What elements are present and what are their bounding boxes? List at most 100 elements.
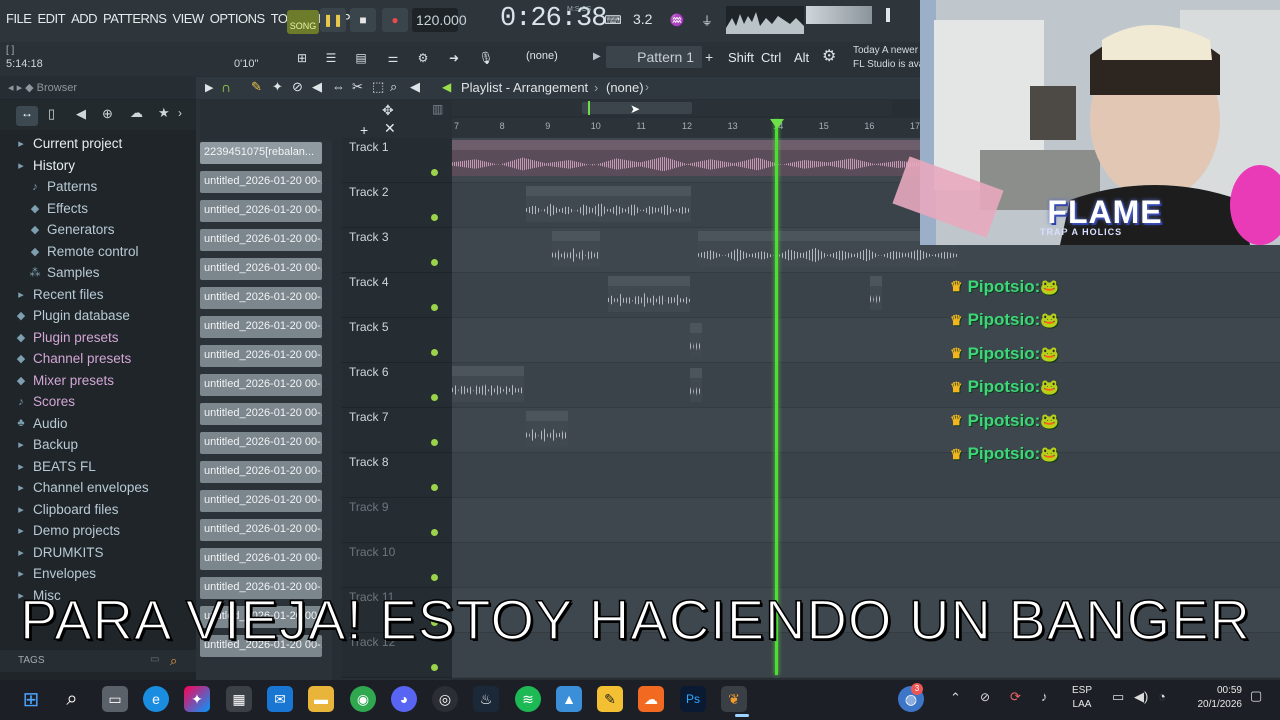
folder-icon[interactable]: ▭	[150, 654, 159, 665]
discord-icon[interactable]: ◕	[391, 686, 417, 712]
menu-view[interactable]: VIEW	[172, 11, 204, 26]
search-icon[interactable]: ⌕	[59, 686, 85, 712]
browser-item[interactable]: ▸ Recent files	[0, 284, 196, 306]
slip-icon[interactable]: ⇔	[332, 79, 345, 94]
track-enable-led[interactable]	[431, 574, 438, 581]
typing-keyboard-icon[interactable]: ⌨	[600, 8, 626, 32]
arrow-right-icon[interactable]: ➜	[441, 46, 467, 70]
fl-studio-icon[interactable]: ❦	[721, 686, 747, 712]
pattern-selector[interactable]: Pattern 1	[606, 46, 702, 68]
delete-icon[interactable]: ⊘	[292, 79, 303, 95]
track-enable-led[interactable]	[431, 259, 438, 266]
menu-options[interactable]: OPTIONS	[210, 11, 266, 26]
audio-clip[interactable]	[690, 368, 702, 402]
browser-item[interactable]: ◆ Generators	[0, 219, 196, 241]
arrows-icon[interactable]: ◂ ▸ ◆	[8, 82, 37, 94]
track-enable-led[interactable]	[431, 214, 438, 221]
menu-add[interactable]: ADD	[71, 11, 97, 26]
clip-source-item[interactable]: untitled_2026-01-20 00-...	[200, 432, 322, 454]
clip-source-item[interactable]: untitled_2026-01-20 00-...	[200, 548, 322, 570]
browser-item[interactable]: ▸ Clipboard files	[0, 499, 196, 521]
playhead-marker[interactable]	[770, 119, 784, 129]
close-icon[interactable]: ✕	[384, 120, 396, 137]
clip-source-item[interactable]: untitled_2026-01-20 00-...	[200, 461, 322, 483]
playback-icon[interactable]: ◀	[410, 79, 420, 95]
photoshop-icon[interactable]: Ps	[680, 686, 706, 712]
language-indicator[interactable]: ESP LAA	[1072, 684, 1092, 712]
microphone-icon[interactable]: ♪	[1041, 689, 1048, 704]
slice-icon[interactable]: ✂	[352, 79, 363, 95]
mute-icon[interactable]: ◀	[312, 79, 322, 95]
playlist-pattern-selector[interactable]: (none)	[606, 80, 644, 95]
browser-item[interactable]: ♣ Audio	[0, 413, 196, 435]
grid-icon[interactable]: ▥	[432, 102, 443, 116]
browser-item[interactable]: ◆ Plugin database	[0, 305, 196, 327]
audio-clip[interactable]: unti...t 2	[552, 231, 600, 267]
track-enable-led[interactable]	[431, 664, 438, 671]
file-explorer-icon[interactable]: ▬	[308, 686, 334, 712]
image-viewer-icon[interactable]: ▲	[556, 686, 582, 712]
track-header[interactable]: Track 7	[342, 408, 452, 453]
edge-icon[interactable]: e	[143, 686, 169, 712]
track-header[interactable]: Track 10	[342, 543, 452, 588]
tempo-display[interactable]: 120.000	[412, 8, 467, 32]
clip-source-item[interactable]: untitled_2026-01-20 00-...	[200, 316, 322, 338]
pat-song-toggle[interactable]: SONG	[287, 10, 319, 34]
track-enable-led[interactable]	[431, 484, 438, 491]
clip-source-item[interactable]: untitled_2026-01-20 00-...	[200, 229, 322, 251]
track-enable-led[interactable]	[431, 529, 438, 536]
browser-item[interactable]: ◆ Plugin presets	[0, 327, 196, 349]
track-enable-led[interactable]	[431, 304, 438, 311]
chevron-up-icon[interactable]: ⌃	[950, 690, 961, 706]
menu-file[interactable]: FILE	[6, 11, 32, 26]
news-icon[interactable]: ⚙	[822, 46, 836, 66]
audio-clip[interactable]: untitled...nsert 2	[608, 276, 690, 312]
track-enable-led[interactable]	[431, 169, 438, 176]
mixer-icon[interactable]: ⚌	[380, 46, 406, 70]
sticky-notes-icon[interactable]: ✎	[597, 686, 623, 712]
globe-icon[interactable]: ⊕	[102, 106, 113, 122]
track-lane[interactable]	[452, 273, 1280, 318]
chrome-icon[interactable]: ◉	[350, 686, 376, 712]
channel-rack-icon[interactable]: ☰	[318, 46, 344, 70]
store-icon[interactable]: ▦	[226, 686, 252, 712]
news-panel[interactable]: Today A newer FL Studio is ava	[853, 44, 923, 72]
playlist-menu-icon[interactable]: ▶	[205, 81, 213, 94]
track-lane[interactable]	[452, 543, 1280, 588]
file-icon[interactable]: ▯	[48, 106, 55, 122]
clip-source-item[interactable]: untitled_2026-01-20 00-...	[200, 519, 322, 541]
obs-icon[interactable]: ◎	[432, 686, 458, 712]
browser-item[interactable]: ▸ History	[0, 155, 196, 177]
master-pitch-slider[interactable]	[886, 8, 890, 22]
audio-clip[interactable]: 2239451075[rebalanced]	[452, 140, 922, 176]
track-lane[interactable]	[452, 408, 1280, 453]
track-header[interactable]: Track 3	[342, 228, 452, 273]
alt-key[interactable]: Alt	[794, 50, 809, 65]
soundcloud-icon[interactable]: ☁	[638, 686, 664, 712]
clip-source-item[interactable]: untitled_2026-01-20 00-...	[200, 490, 322, 512]
clip-source-item[interactable]: untitled_2026-01-20 00-...	[200, 345, 322, 367]
horizontal-scrollbar[interactable]: ➤	[452, 100, 892, 116]
metronome-icon[interactable]: ⏚	[694, 8, 720, 32]
track-header[interactable]: Track 4	[342, 273, 452, 318]
clip-source-item[interactable]: untitled_2026-01-20 00-...	[200, 403, 322, 425]
plugin-icon[interactable]: ⚙	[410, 46, 436, 70]
browser-mode-icon[interactable]: ↔	[16, 106, 38, 126]
track-lane[interactable]	[452, 498, 1280, 543]
add-pattern-icon[interactable]: +	[705, 49, 713, 65]
track-header[interactable]: Track 5	[342, 318, 452, 363]
network-off-icon[interactable]: ⊘	[980, 690, 990, 704]
volume-icon[interactable]: ◀)	[1134, 689, 1148, 705]
audio-clip[interactable]: unt...2	[526, 411, 568, 447]
track-lane[interactable]	[452, 318, 1280, 363]
select-icon[interactable]: ⬚	[372, 79, 384, 95]
star-icon[interactable]: ★	[158, 105, 170, 121]
mail-icon[interactable]: ✉	[267, 686, 293, 712]
chevron-right-icon[interactable]: ›	[178, 106, 182, 120]
stop-button[interactable]: ■	[350, 8, 376, 32]
track-enable-led[interactable]	[431, 439, 438, 446]
track-header[interactable]: Track 9	[342, 498, 452, 543]
play-pause-button[interactable]: ❚❚	[320, 8, 346, 32]
browser-item[interactable]: ◆ Channel presets	[0, 348, 196, 370]
track-enable-led[interactable]	[431, 349, 438, 356]
